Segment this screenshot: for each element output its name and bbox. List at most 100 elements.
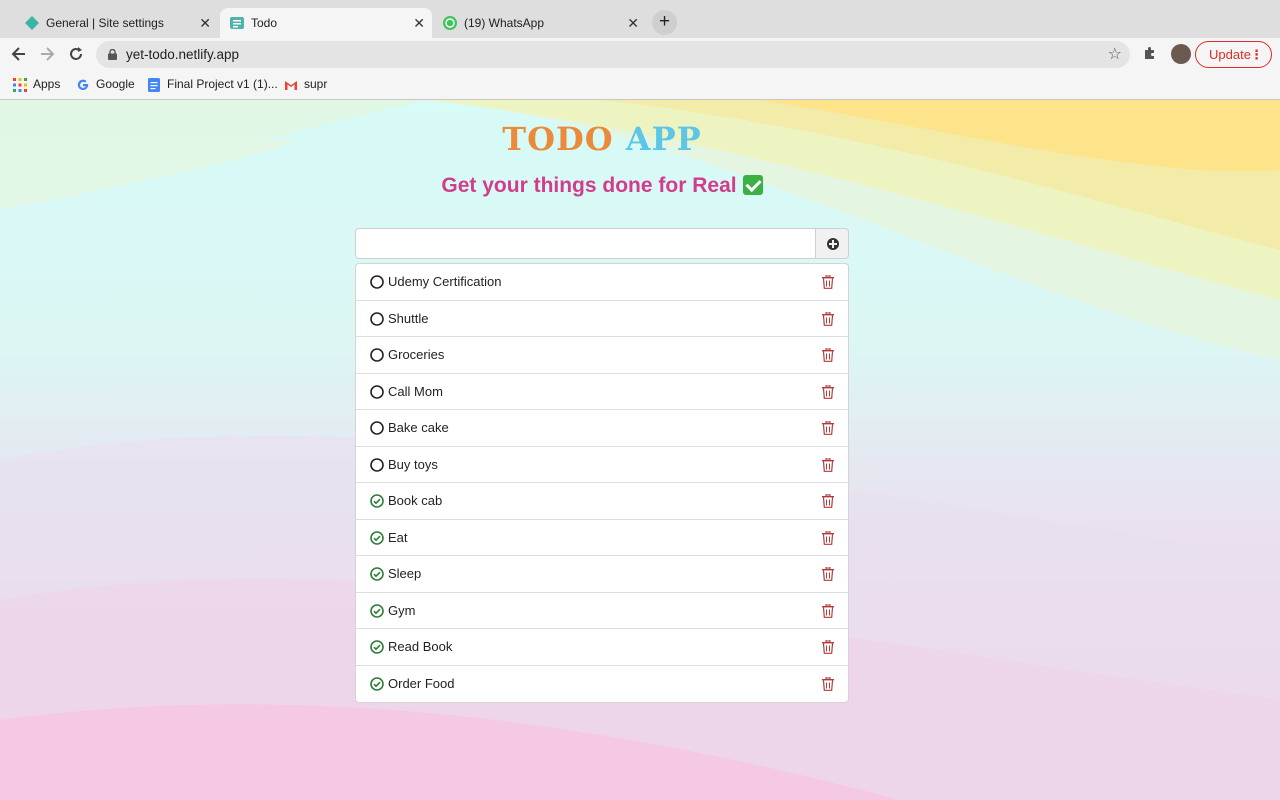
app-title: TODO APP [0, 120, 1204, 158]
gmail-icon [285, 81, 297, 90]
address-bar[interactable]: yet-todo.netlify.app ☆ [96, 41, 1130, 68]
trash-icon[interactable] [822, 457, 834, 472]
todo-label: Sleep [388, 566, 422, 581]
todo-label: Eat [388, 529, 408, 545]
tab-title: General | Site settings [46, 16, 164, 30]
tab-strip: General | Site settings ✕ Todo ✕ (19) Wh… [0, 0, 1280, 38]
bookmark-label: Google [96, 77, 135, 91]
todo-item[interactable]: Udemy Certification [356, 264, 848, 301]
whatsapp-icon [443, 16, 457, 30]
menu-dots-icon: ⋮ [1250, 47, 1263, 62]
bookmark-supr[interactable]: supr [284, 71, 327, 98]
trash-icon[interactable] [822, 348, 834, 362]
todo-label: Groceries [388, 347, 445, 362]
trash-icon[interactable] [822, 567, 834, 581]
apps-grid-icon [13, 78, 27, 92]
app-subtitle: Get your things done for Real [0, 174, 1204, 198]
bookmark-label: Final Project v1 (1)... [167, 77, 278, 91]
todo-label: Call Mom [388, 383, 443, 399]
url-text: yet-todo.netlify.app [126, 47, 240, 62]
todo-item[interactable]: Order Food [356, 666, 848, 703]
todo-item[interactable]: Buy toys [356, 447, 848, 483]
empty-circle-icon[interactable] [370, 311, 384, 326]
extensions-puzzle-icon[interactable] [1142, 45, 1158, 61]
bookmark-google[interactable]: Google [76, 71, 135, 98]
bookmarks-bar: Apps Google Final Project v1 (1)... supr [0, 71, 1280, 100]
todo-item[interactable]: Shuttle [356, 301, 848, 337]
update-button[interactable]: Update ⋮ [1195, 41, 1272, 68]
tab-whatsapp[interactable]: (19) WhatsApp ✕ [434, 8, 646, 38]
close-tab-icon[interactable]: ✕ [199, 8, 211, 38]
new-todo-form [355, 228, 849, 259]
browser-toolbar: yet-todo.netlify.app ☆ Update ⋮ [0, 38, 1280, 71]
empty-circle-icon[interactable] [370, 421, 384, 435]
check-circle-icon[interactable] [370, 676, 384, 691]
title-word-todo: TODO [502, 120, 614, 158]
trash-icon[interactable] [822, 640, 834, 654]
trash-icon[interactable] [822, 603, 834, 618]
todo-label: Buy toys [388, 456, 438, 472]
todo-label: Shuttle [388, 310, 429, 326]
tab-title: (19) WhatsApp [464, 16, 545, 30]
check-circle-icon[interactable] [370, 530, 384, 545]
todo-list: Udemy Certification Shuttle Groceries Call … [355, 263, 849, 703]
todo-item[interactable]: Sleep [356, 556, 848, 593]
bookmark-final-project[interactable]: Final Project v1 (1)... [147, 71, 278, 98]
close-tab-icon[interactable]: ✕ [413, 8, 425, 38]
tab-title: Todo [251, 16, 278, 30]
back-icon[interactable] [9, 44, 29, 64]
check-mark-emoji-icon [742, 175, 763, 195]
profile-avatar[interactable] [1171, 44, 1191, 64]
docs-icon [148, 78, 160, 92]
todo-label: Udemy Certification [388, 274, 502, 289]
todo-label: Order Food [388, 675, 455, 691]
trash-icon[interactable] [822, 530, 834, 545]
todo-app-icon [230, 17, 244, 29]
todo-label: Bake cake [388, 420, 449, 435]
netlify-diamond-icon [25, 16, 39, 30]
new-todo-input[interactable] [355, 228, 816, 259]
update-label: Update [1209, 47, 1251, 62]
trash-icon[interactable] [822, 676, 834, 691]
add-todo-button[interactable] [815, 228, 849, 259]
empty-circle-icon[interactable] [370, 457, 384, 472]
lock-icon [108, 49, 117, 60]
bookmark-star-icon[interactable]: ☆ [1108, 44, 1122, 64]
bookmark-label: supr [304, 77, 328, 91]
tab-site-settings[interactable]: General | Site settings ✕ [8, 8, 218, 38]
todo-item[interactable]: Gym [356, 593, 848, 629]
reload-icon[interactable] [66, 44, 86, 64]
todo-item[interactable]: Call Mom [356, 374, 848, 410]
bookmark-label: Apps [33, 77, 61, 91]
google-icon [77, 79, 89, 91]
trash-icon[interactable] [822, 494, 834, 508]
title-word-app: APP [625, 120, 702, 158]
trash-icon[interactable] [822, 421, 834, 435]
todo-item[interactable]: Eat [356, 520, 848, 556]
trash-icon[interactable] [822, 311, 834, 326]
todo-item[interactable]: Bake cake [356, 410, 848, 447]
close-tab-icon[interactable]: ✕ [627, 8, 639, 38]
check-circle-icon[interactable] [370, 567, 384, 581]
empty-circle-icon[interactable] [370, 384, 384, 399]
bookmark-apps[interactable]: Apps [13, 71, 60, 98]
forward-icon[interactable] [37, 44, 57, 64]
todo-label: Read Book [388, 639, 453, 654]
plus-circle-icon [827, 238, 839, 250]
todo-label: Book cab [388, 493, 443, 508]
new-tab-button[interactable]: + [652, 10, 677, 35]
trash-icon[interactable] [822, 384, 834, 399]
check-circle-icon[interactable] [370, 603, 384, 618]
empty-circle-icon[interactable] [370, 348, 384, 362]
todo-item[interactable]: Groceries [356, 337, 848, 374]
todo-label: Gym [388, 602, 416, 618]
tab-todo[interactable]: Todo ✕ [220, 8, 432, 38]
subtitle-text: Get your things done for Real [441, 174, 737, 197]
todo-page: TODO APP Get your things done for Real U… [0, 100, 1280, 800]
todo-item[interactable]: Book cab [356, 483, 848, 520]
todo-item[interactable]: Read Book [356, 629, 848, 666]
check-circle-icon[interactable] [370, 494, 384, 508]
check-circle-icon[interactable] [370, 640, 384, 654]
trash-icon[interactable] [822, 275, 834, 289]
empty-circle-icon[interactable] [370, 275, 384, 289]
